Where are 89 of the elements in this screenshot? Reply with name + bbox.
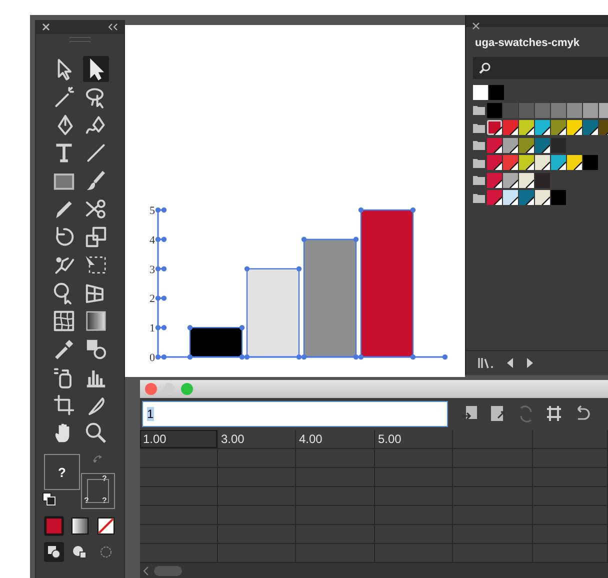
color-swatch[interactable] [519, 155, 534, 170]
axis-label: 3 [150, 264, 155, 276]
color-swatch[interactable] [487, 190, 502, 206]
left-caret-icon[interactable] [143, 566, 149, 576]
stroke-label: ? [102, 496, 107, 505]
table-cell[interactable] [140, 506, 218, 525]
table-cell[interactable]: 3.00 [218, 430, 296, 449]
color-swatch[interactable] [567, 102, 582, 118]
axis-label: 5 [150, 205, 155, 217]
table-cell[interactable] [140, 487, 218, 506]
color-swatch[interactable] [583, 102, 598, 118]
next-icon[interactable] [526, 357, 534, 369]
scale-icon[interactable] [83, 224, 109, 250]
stroke-label: ? [84, 496, 89, 505]
table-cell[interactable] [218, 449, 296, 468]
input-field[interactable]: 1 [142, 401, 448, 427]
close-icon[interactable] [472, 22, 480, 30]
axis-label: 4 [150, 234, 155, 246]
color-swatch[interactable] [551, 102, 566, 118]
color-swatch[interactable] [487, 172, 502, 188]
color-swatch[interactable] [535, 120, 550, 136]
table-cell[interactable]: 1.00 [140, 430, 218, 449]
table-cell[interactable]: 5.00 [375, 430, 453, 449]
axis-label: 0 [150, 352, 155, 364]
table-cell[interactable] [140, 449, 218, 468]
color-swatch[interactable] [519, 190, 534, 206]
folder-icon[interactable] [473, 140, 485, 150]
color-swatch[interactable] [519, 120, 534, 136]
color-swatch[interactable] [489, 85, 504, 100]
artboard-icon[interactable] [51, 392, 77, 418]
color-swatch[interactable] [503, 138, 518, 153]
color-swatch[interactable] [535, 102, 550, 118]
table-cell[interactable] [140, 468, 218, 487]
search-icon [479, 62, 491, 74]
folder-icon[interactable] [473, 175, 485, 186]
scrollbar-thumb[interactable] [154, 566, 182, 576]
chart-bar[interactable] [360, 209, 414, 358]
default-colors-icon[interactable] [42, 492, 56, 506]
color-swatch[interactable] [503, 190, 518, 206]
fill-swatch[interactable]: ? [44, 454, 80, 490]
stroke-swatch[interactable] [82, 474, 114, 508]
folder-icon[interactable] [473, 158, 485, 168]
selection-handles[interactable] [155, 207, 448, 360]
color-swatch[interactable] [487, 138, 502, 153]
table-cell[interactable] [140, 525, 218, 544]
color-swatch[interactable] [473, 85, 488, 100]
close-icon[interactable] [42, 23, 50, 31]
color-swatch[interactable] [567, 155, 582, 170]
none-mode-icon[interactable] [96, 516, 116, 536]
color-swatch[interactable] [535, 155, 550, 170]
collapse-icon[interactable] [108, 23, 118, 31]
color-swatch[interactable] [535, 172, 550, 188]
library-icon[interactable] [478, 357, 494, 369]
previous-icon[interactable] [506, 357, 514, 369]
search-field[interactable] [473, 57, 608, 79]
color-swatch[interactable] [535, 138, 550, 153]
color-swatch[interactable] [519, 172, 534, 188]
color-swatch[interactable] [503, 102, 518, 118]
color-swatch[interactable] [551, 155, 566, 170]
axis-label: 2 [150, 293, 155, 306]
color-mode-icon[interactable] [44, 516, 64, 536]
color-swatch[interactable] [583, 120, 598, 136]
color-swatch[interactable] [519, 102, 534, 118]
color-swatch[interactable] [551, 120, 566, 136]
color-swatch[interactable] [551, 190, 566, 206]
folder-icon[interactable] [473, 192, 485, 203]
color-swatch[interactable] [503, 120, 518, 136]
cell-style-icon[interactable] [544, 404, 564, 424]
search-icon[interactable] [83, 420, 109, 446]
color-swatch[interactable] [567, 120, 582, 136]
color-swatch[interactable] [487, 120, 502, 136]
stroke-label: ? [102, 474, 107, 483]
mesh-icon[interactable] [51, 308, 77, 334]
gradient-mode-icon[interactable] [70, 516, 90, 536]
folder-icon[interactable] [473, 105, 485, 116]
color-swatch[interactable] [503, 155, 518, 170]
draw-normal-icon[interactable] [44, 542, 64, 562]
color-swatch[interactable] [519, 138, 534, 153]
color-swatch[interactable] [487, 155, 502, 170]
color-swatch[interactable] [583, 155, 598, 170]
color-swatch[interactable] [503, 172, 518, 188]
chart-bar[interactable] [189, 327, 243, 358]
color-swatch[interactable] [551, 138, 566, 153]
table-cell[interactable]: 4.00 [296, 430, 375, 449]
color-swatch[interactable] [487, 102, 502, 118]
panel-title: uga-swatches-cmyk [474, 36, 580, 49]
folder-icon[interactable] [473, 122, 485, 133]
color-swatch[interactable] [535, 190, 550, 206]
axis-label: 1 [150, 322, 155, 335]
